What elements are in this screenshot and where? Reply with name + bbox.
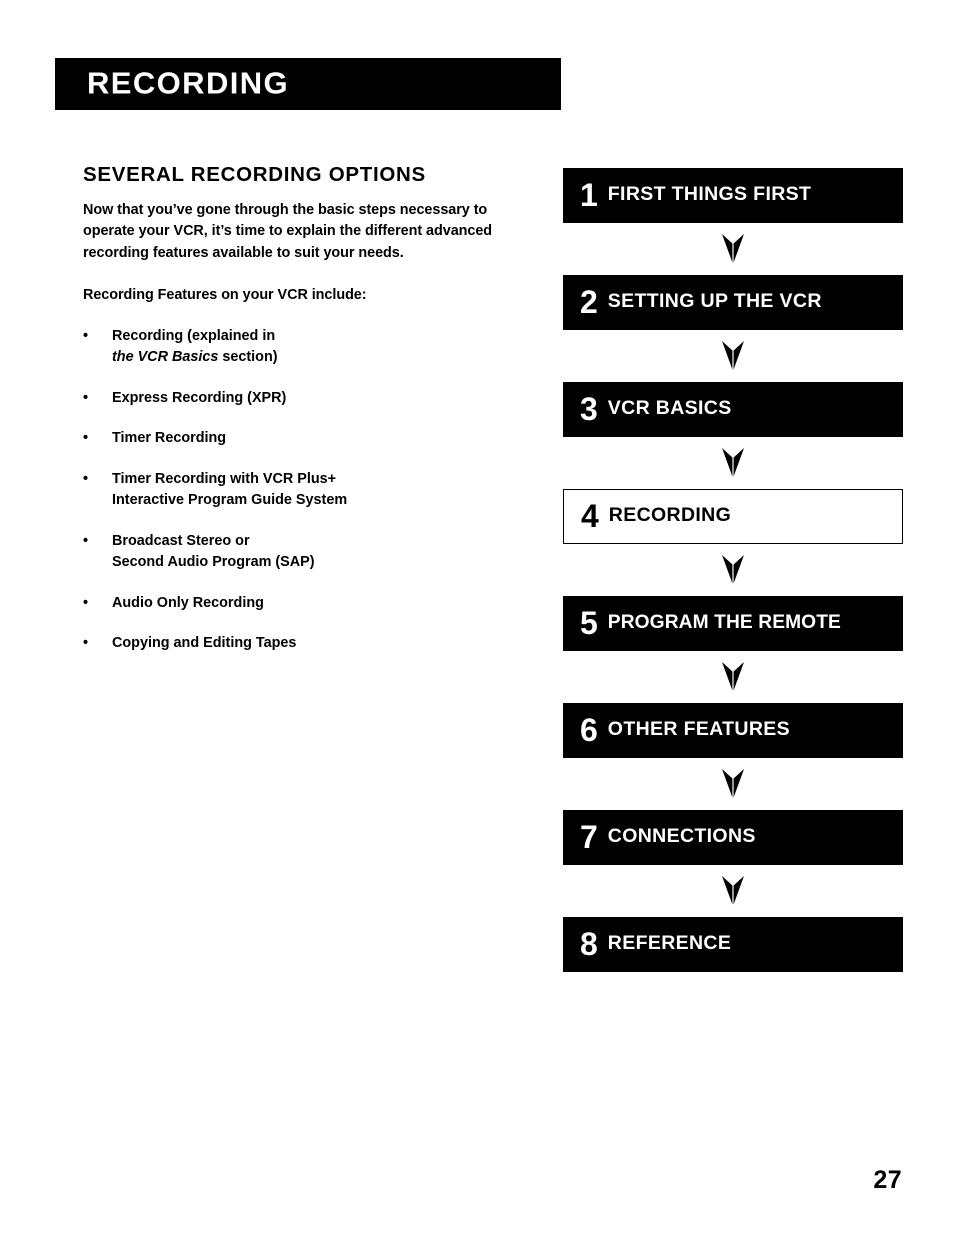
bullet-icon: • xyxy=(83,327,89,344)
chevron-down-arrow-icon xyxy=(720,767,746,801)
list-item-line2: Second Audio Program (SAP) xyxy=(112,554,315,571)
page-title-banner: RECORDING xyxy=(55,58,561,110)
list-item-line1: Copying and Editing Tapes xyxy=(112,635,297,652)
flow-step-number: 2 xyxy=(580,283,598,320)
chevron-down-arrow-icon xyxy=(720,660,746,694)
list-item: • Copying and Editing Tapes xyxy=(83,633,503,655)
bullet-icon: • xyxy=(83,594,89,611)
features-lead-text: Recording Features on your VCR include: xyxy=(83,286,367,303)
list-item-line2: Interactive Program Guide System xyxy=(112,492,348,509)
chevron-down-arrow-icon xyxy=(720,553,746,587)
list-item-line1: Express Recording (XPR) xyxy=(112,389,287,406)
list-item: • Recording (explained in the VCR Basics… xyxy=(83,326,503,369)
flow-step-3[interactable]: 3 VCR BASICS xyxy=(563,382,903,437)
page-title: RECORDING xyxy=(87,65,290,101)
bullet-icon: • xyxy=(83,470,89,487)
section-flow-chart: 1 FIRST THINGS FIRST 2 SETTING UP THE VC… xyxy=(563,168,903,972)
list-item-line2-roman: section) xyxy=(218,349,278,366)
flow-step-number: 6 xyxy=(580,711,598,748)
flow-step-6[interactable]: 6 OTHER FEATURES xyxy=(563,703,903,758)
bullet-icon: • xyxy=(83,430,89,447)
chevron-down-arrow-icon xyxy=(720,232,746,266)
recording-features-list: • Recording (explained in the VCR Basics… xyxy=(83,326,503,655)
flow-step-label: OTHER FEATURES xyxy=(607,718,791,740)
list-item: • Timer Recording with VCR Plus+ Interac… xyxy=(83,469,503,512)
bullet-icon: • xyxy=(83,635,89,652)
list-item-line1: Timer Recording with VCR Plus+ xyxy=(112,470,337,487)
list-item-line1: Audio Only Recording xyxy=(112,594,264,611)
list-item-line1: Recording (explained in xyxy=(112,327,276,344)
flow-step-label: REFERENCE xyxy=(607,932,732,954)
flow-step-7[interactable]: 7 CONNECTIONS xyxy=(563,810,903,865)
flow-step-label: CONNECTIONS xyxy=(607,825,756,847)
list-item: • Audio Only Recording xyxy=(83,593,503,615)
flow-step-number: 1 xyxy=(580,176,598,213)
list-item-line1: Timer Recording xyxy=(112,430,227,447)
flow-step-label: RECORDING xyxy=(608,504,732,526)
bullet-icon: • xyxy=(83,389,89,406)
list-item: • Express Recording (XPR) xyxy=(83,388,503,410)
flow-step-number: 7 xyxy=(580,818,598,855)
bullet-icon: • xyxy=(83,532,89,549)
flow-arrow-2 xyxy=(563,330,903,382)
flow-step-2[interactable]: 2 SETTING UP THE VCR xyxy=(563,275,903,330)
flow-step-label: VCR BASICS xyxy=(607,397,732,419)
flow-arrow-4 xyxy=(563,544,903,596)
flow-arrow-3 xyxy=(563,437,903,489)
flow-step-number: 8 xyxy=(580,925,598,962)
flow-arrow-1 xyxy=(563,223,903,275)
flow-step-label: FIRST THINGS FIRST xyxy=(607,183,812,205)
left-content-column: SEVERAL RECORDING OPTIONS Now that you’v… xyxy=(83,163,503,674)
chevron-down-arrow-icon xyxy=(720,339,746,373)
flow-step-number: 3 xyxy=(580,390,598,427)
flow-arrow-5 xyxy=(563,651,903,703)
list-item: • Broadcast Stereo or Second Audio Progr… xyxy=(83,531,503,574)
flow-step-8[interactable]: 8 REFERENCE xyxy=(563,917,903,972)
page-number: 27 xyxy=(873,1166,902,1194)
flow-step-label: SETTING UP THE VCR xyxy=(607,290,822,312)
flow-step-4[interactable]: 4 RECORDING xyxy=(563,489,903,544)
chevron-down-arrow-icon xyxy=(720,446,746,480)
flow-step-number: 5 xyxy=(580,604,598,641)
flow-step-5[interactable]: 5 PROGRAM THE REMOTE xyxy=(563,596,903,651)
list-item: • Timer Recording xyxy=(83,428,503,450)
list-item-line2-italic: the VCR Basics xyxy=(112,349,219,366)
list-item-line1: Broadcast Stereo or xyxy=(112,532,250,549)
flow-step-label: PROGRAM THE REMOTE xyxy=(607,611,841,633)
intro-paragraph: Now that you’ve gone through the basic s… xyxy=(83,201,493,262)
flow-arrow-6 xyxy=(563,758,903,810)
flow-step-number: 4 xyxy=(581,497,599,534)
section-heading: SEVERAL RECORDING OPTIONS xyxy=(83,163,426,186)
list-item-line2: the VCR Basics section) xyxy=(112,347,503,369)
chevron-down-arrow-icon xyxy=(720,874,746,908)
flow-arrow-7 xyxy=(563,865,903,917)
flow-step-1[interactable]: 1 FIRST THINGS FIRST xyxy=(563,168,903,223)
